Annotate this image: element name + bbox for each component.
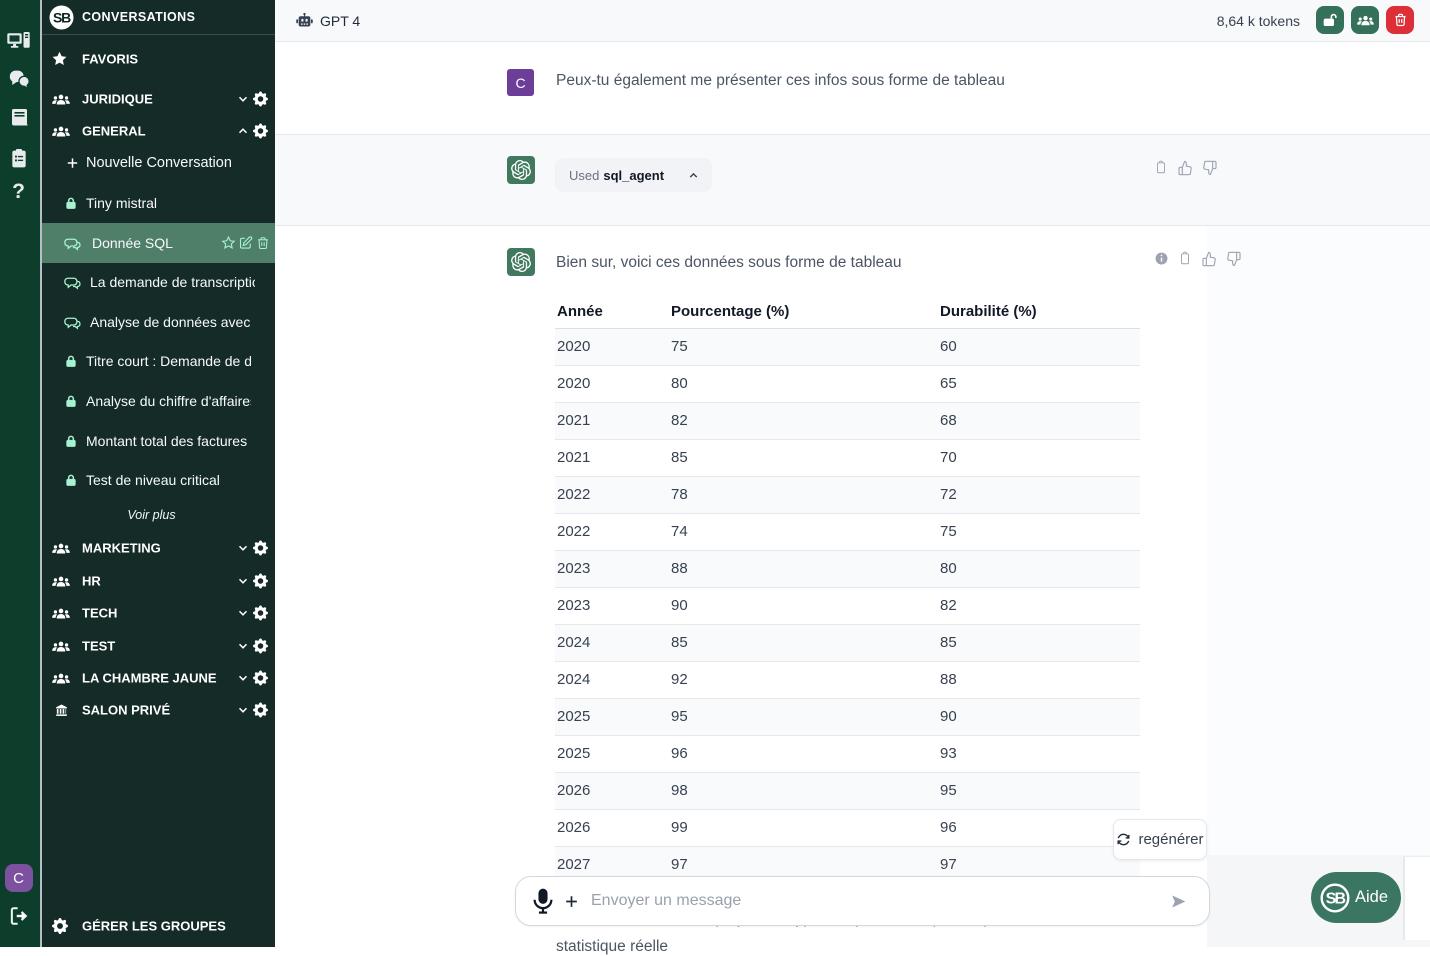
svg-text:SB: SB	[53, 10, 71, 26]
svg-text:SB: SB	[1326, 890, 1346, 907]
